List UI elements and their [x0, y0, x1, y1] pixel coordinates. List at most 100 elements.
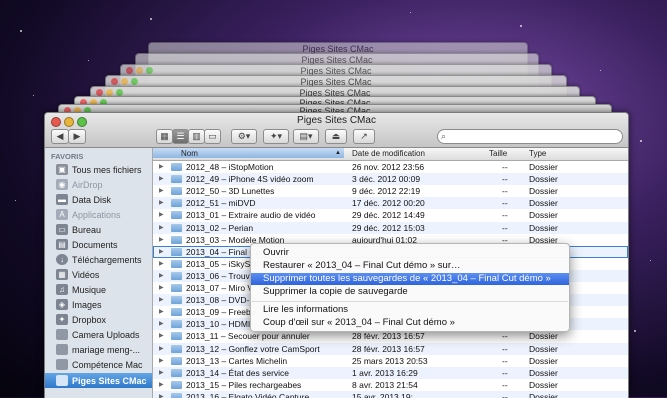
column-header-type[interactable]: Type [529, 149, 546, 158]
view-list-button[interactable]: ☰ [172, 129, 189, 144]
sidebar-item-music[interactable]: ♫ Musique [45, 282, 152, 297]
menu-item-restore[interactable]: Restaurer « 2013_04 – Final Cut démo » s… [251, 260, 569, 272]
folder-icon [171, 235, 182, 244]
folder-icon [171, 296, 182, 305]
disclosure-triangle-icon[interactable]: ▶ [159, 343, 164, 355]
folder-icon [171, 392, 182, 398]
sidebar-item-desktop[interactable]: ▭ Bureau [45, 222, 152, 237]
sidebar-item-piges-sites-cmac[interactable]: Piges Sites CMac [45, 373, 152, 388]
view-icons-button[interactable]: ▦ [156, 129, 173, 144]
sidebar-item-all-files[interactable]: ▣ Tous mes fichiers [45, 162, 152, 177]
row-name: 2013_10 – HDMI [186, 319, 251, 330]
table-row[interactable]: ▶ 2013_01 – Extraire audio de vidéo 29 déc… [153, 209, 628, 221]
table-row[interactable]: ▶ 2013_12 – Gonflez votre CamSport 28 févr… [153, 342, 628, 355]
column-header-name[interactable]: Nom [153, 148, 344, 158]
sidebar-item-label: Vidéos [72, 269, 100, 280]
sidebar: FAVORIS ▣ Tous mes fichiers ◉ AirDrop ▬ Dat… [45, 148, 153, 398]
table-row[interactable]: ▶ 2012_49 – iPhone 4S vidéo zoom 3 déc. 20… [153, 173, 628, 186]
disclosure-triangle-icon[interactable]: ▶ [159, 222, 164, 234]
disclosure-triangle-icon[interactable]: ▶ [159, 258, 164, 270]
search-icon: ⌕ [441, 131, 447, 141]
disclosure-triangle-icon[interactable]: ▶ [159, 330, 164, 342]
row-name: 2013_08 – DVD-R [186, 295, 256, 306]
sidebar-item-mariage[interactable]: mariage meng-... [45, 342, 152, 357]
view-columns-button[interactable]: ▥ [188, 129, 205, 144]
disclosure-triangle-icon[interactable]: ▶ [159, 318, 164, 330]
view-coverflow-button[interactable]: ▭ [204, 129, 221, 144]
table-row[interactable]: ▶ 2013_14 – État des service 1 avr. 2013 1… [153, 366, 628, 379]
menu-item-get-info[interactable]: Lire les informations [251, 304, 569, 316]
menu-item-delete-backup-copy[interactable]: Supprimer la copie de sauvegarde [251, 286, 569, 298]
disclosure-triangle-icon[interactable]: ▶ [159, 379, 164, 391]
disclosure-triangle-icon[interactable]: ▶ [159, 209, 164, 221]
table-row[interactable]: ▶ 2013_15 – Piles rechargeabes 8 avr. 2013… [153, 379, 628, 391]
sidebar-item-applications[interactable]: A Applications [45, 207, 152, 222]
sidebar-item-label: AirDrop [72, 179, 103, 190]
share-button[interactable]: ↗ [353, 129, 375, 144]
disclosure-triangle-icon[interactable]: ▶ [159, 355, 164, 367]
sidebar-item-downloads[interactable]: ↓ Téléchargements [45, 252, 152, 267]
folder-icon [171, 247, 182, 256]
disclosure-triangle-icon[interactable]: ▶ [159, 197, 164, 209]
table-row[interactable]: ▶ 2013_13 – Cartes Michelin 25 mars 2013 2… [153, 355, 628, 367]
folder-icon [56, 329, 68, 340]
column-header: Nom ▲ Date de modification Taille Type [153, 148, 628, 161]
column-header-date[interactable]: Date de modification [352, 149, 425, 158]
row-size: -- [502, 331, 508, 342]
row-name: 2012_49 – iPhone 4S vidéo zoom [186, 174, 314, 185]
table-row[interactable]: ▶ 2012_51 – miDVD 17 déc. 2012 00:20 -- Doss… [153, 197, 628, 210]
menu-item-delete-all-backups[interactable]: Supprimer toutes les sauvegardes de « 20… [251, 273, 569, 285]
sidebar-item-movies[interactable]: ▦ Vidéos [45, 267, 152, 282]
table-row[interactable]: ▶ 2012_50 – 3D Lunettes 9 déc. 2012 22:19 -… [153, 185, 628, 197]
sidebar-item-pictures[interactable]: ◈ Images [45, 297, 152, 312]
menu-item-quick-look[interactable]: Coup d'œil sur « 2013_04 – Final Cut dém… [251, 317, 569, 329]
eject-icon: ⏏ [331, 131, 341, 141]
dropbox-menu-button[interactable]: ✦▾ [263, 129, 289, 144]
column-header-size[interactable]: Taille [489, 149, 507, 158]
row-type: Dossier [529, 331, 558, 342]
disclosure-triangle-icon[interactable]: ▶ [159, 234, 164, 246]
action-menu-button[interactable]: ⚙▾ [231, 129, 257, 144]
sidebar-item-documents[interactable]: ▤ Documents [45, 237, 152, 252]
disclosure-triangle-icon[interactable]: ▶ [159, 282, 164, 294]
row-size: -- [502, 198, 508, 209]
context-menu: Ouvrir Restaurer « 2013_04 – Final Cut d… [250, 243, 570, 332]
arrange-menu-button[interactable]: ▤▾ [293, 129, 319, 144]
folder-icon [56, 375, 68, 386]
sidebar-item-competence-mac[interactable]: Compétence Mac [45, 357, 152, 372]
sidebar-item-label: Applications [72, 209, 121, 220]
sidebar-item-airdrop[interactable]: ◉ AirDrop [45, 177, 152, 192]
disclosure-triangle-icon[interactable]: ▶ [159, 294, 164, 306]
folder-icon [171, 175, 182, 184]
disclosure-triangle-icon[interactable]: ▶ [159, 161, 164, 173]
table-row[interactable]: ▶ 2013_02 – Perian 29 déc. 2012 15:03 -- Dos… [153, 221, 628, 234]
table-row[interactable]: ▶ 2013_11 – Secouer pour annuler 28 févr. … [153, 330, 628, 342]
search-field[interactable]: ⌕ [437, 129, 623, 144]
disclosure-triangle-icon[interactable]: ▶ [159, 173, 164, 185]
row-date: 28 févr. 2013 16:57 [352, 343, 425, 354]
menu-item-open[interactable]: Ouvrir [251, 247, 569, 259]
back-button[interactable]: ◀ [51, 129, 69, 144]
disclosure-triangle-icon[interactable]: ▶ [159, 270, 164, 282]
folder-icon [171, 223, 182, 232]
forward-button[interactable]: ▶ [68, 129, 86, 144]
disclosure-triangle-icon[interactable]: ▶ [159, 246, 164, 258]
folder-icon [171, 380, 182, 389]
sidebar-item-label: Musique [72, 284, 107, 295]
eject-button[interactable]: ⏏ [325, 129, 347, 144]
table-row[interactable]: ▶ 2012_48 – iStopMotion 26 nov. 2012 23:56… [153, 161, 628, 173]
row-size: -- [502, 186, 508, 197]
folder-icon [171, 368, 182, 377]
movies-icon: ▦ [56, 269, 68, 280]
row-type: Dossier [529, 210, 558, 221]
row-date: 3 déc. 2012 00:09 [352, 174, 421, 185]
disclosure-triangle-icon[interactable]: ▶ [159, 367, 164, 379]
row-type: Dossier [529, 174, 558, 185]
sidebar-item-data-disk[interactable]: ▬ Data Disk [45, 192, 152, 207]
row-name: 2012_48 – iStopMotion [186, 162, 274, 172]
sidebar-item-dropbox[interactable]: ✦ Dropbox [45, 312, 152, 327]
disclosure-triangle-icon[interactable]: ▶ [159, 306, 164, 318]
sidebar-item-camera-uploads[interactable]: Camera Uploads [45, 327, 152, 342]
row-date: 29 déc. 2012 14:49 [352, 210, 425, 221]
disclosure-triangle-icon[interactable]: ▶ [159, 185, 164, 197]
